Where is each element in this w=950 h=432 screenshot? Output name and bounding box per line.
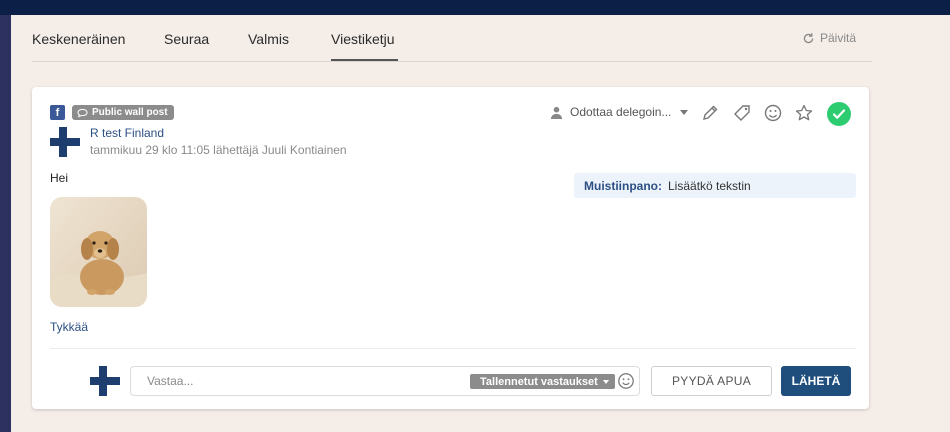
puppy-photo-illustration: [50, 197, 147, 307]
author-avatar-finland-flag: [50, 127, 80, 157]
send-button[interactable]: LÄHETÄ: [781, 366, 851, 396]
author-name[interactable]: R test Finland: [90, 126, 164, 140]
divider: [50, 348, 856, 349]
assignee-dropdown[interactable]: Odottaa delegoin...: [550, 105, 689, 119]
like-link[interactable]: Tykkää: [50, 320, 88, 334]
tab-valmis[interactable]: Valmis: [248, 31, 289, 47]
assignee-label: Odottaa delegoin...: [570, 105, 672, 119]
facebook-icon: f: [50, 105, 65, 120]
user-icon: [550, 106, 563, 119]
left-sidebar-strip: [0, 15, 11, 432]
check-icon: [832, 109, 846, 119]
saved-replies-dropdown[interactable]: Tallennetut vastaukset: [470, 374, 615, 389]
refresh-button[interactable]: Päivitä: [802, 31, 856, 45]
star-icon[interactable]: [794, 103, 814, 123]
post-type-label: Public wall post: [92, 107, 168, 118]
top-bar: [0, 0, 950, 15]
active-tab-indicator: [331, 59, 398, 61]
post-image-puppy[interactable]: [50, 197, 147, 307]
refresh-icon: [803, 32, 814, 43]
pencil-icon[interactable]: [700, 103, 720, 123]
post-meta: tammikuu 29 klo 11:05 lähettäjä Juuli Ko…: [90, 143, 347, 157]
note-label: Muistiinpano:: [584, 178, 662, 193]
post-message: Hei: [50, 171, 69, 185]
mark-done-button[interactable]: [827, 102, 851, 126]
refresh-label: Päivitä: [819, 31, 856, 45]
tab-seuraa[interactable]: Seuraa: [164, 31, 209, 47]
post-type-badge: Public wall post: [72, 105, 174, 120]
tab-keskenerainen[interactable]: Keskeneräinen: [32, 31, 125, 47]
reply-input[interactable]: [147, 374, 447, 388]
comment-icon: [77, 108, 88, 118]
tab-bar: Keskeneräinen Seuraa Valmis Viestiketju …: [32, 15, 872, 62]
chevron-down-icon: [602, 379, 609, 384]
tag-icon[interactable]: [732, 103, 752, 123]
chevron-down-icon: [680, 109, 689, 115]
note-text: Lisäätkö tekstin: [668, 178, 751, 193]
saved-replies-label: Tallennetut vastaukset: [480, 375, 598, 388]
reply-avatar-finland-flag: [90, 366, 120, 396]
smiley-icon[interactable]: [763, 103, 783, 123]
tab-viestiketju[interactable]: Viestiketju: [331, 31, 395, 47]
emoji-picker-icon[interactable]: [617, 372, 635, 390]
ask-help-button[interactable]: PYYDÄ APUA: [651, 366, 772, 396]
post-card: f Public wall post R test Finland tammik…: [32, 87, 869, 409]
internal-note[interactable]: Muistiinpano: Lisäätkö tekstin: [574, 173, 856, 198]
reply-box: Tallennetut vastaukset: [130, 366, 640, 396]
